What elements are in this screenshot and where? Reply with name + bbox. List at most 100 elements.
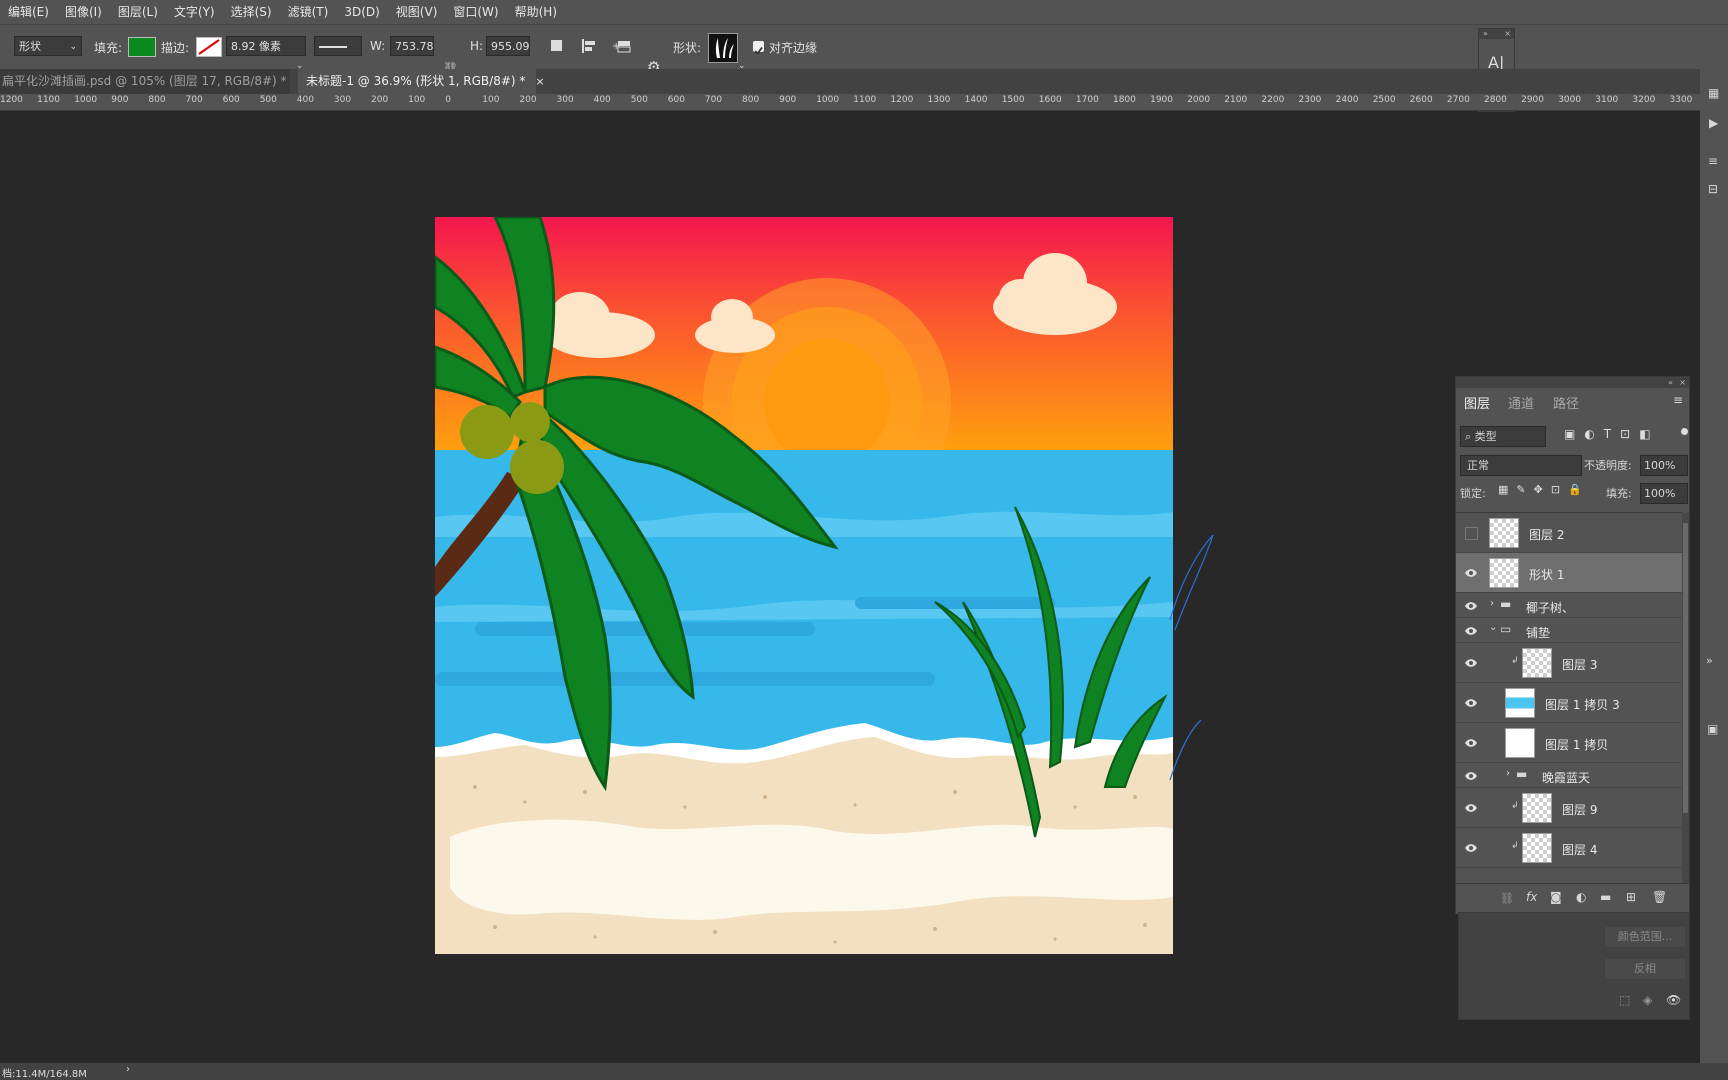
blend-mode-select[interactable]: 正常 bbox=[1460, 455, 1582, 476]
menu-window[interactable]: 窗口(W) bbox=[445, 0, 506, 24]
lock-icons[interactable]: ▦✎✥⊡🔒 bbox=[1498, 483, 1590, 496]
close-icon[interactable]: × bbox=[1679, 377, 1686, 388]
ruler-tick-label: 2100 bbox=[1224, 95, 1248, 105]
collapse-icon[interactable]: » bbox=[1483, 29, 1488, 38]
tab-document-2[interactable]: 未标题-1 @ 36.9% (形状 1, RGB/8#) * × bbox=[298, 69, 545, 94]
no-color-icon bbox=[198, 39, 220, 55]
invert-button[interactable]: 反相 bbox=[1605, 959, 1685, 979]
tab-channels[interactable]: 通道 bbox=[1508, 393, 1534, 412]
adjustments-icon[interactable]: ⊟ bbox=[1708, 182, 1718, 196]
tab-layers[interactable]: 图层 bbox=[1464, 393, 1490, 412]
close-icon[interactable]: × bbox=[1504, 29, 1511, 39]
path-operations-icon[interactable] bbox=[551, 40, 562, 51]
play-icon[interactable]: ▶ bbox=[1709, 116, 1718, 130]
layer-row[interactable]: ↲ 图层 4 bbox=[1456, 828, 1682, 868]
apply-mask-icon[interactable]: ◈ bbox=[1643, 993, 1652, 1007]
filter-icons[interactable]: ▣◐T⊡◧ bbox=[1564, 427, 1660, 441]
menu-filter[interactable]: 滤镜(T) bbox=[280, 0, 337, 24]
stroke-type-select[interactable] bbox=[314, 36, 362, 56]
eye-icon[interactable] bbox=[1464, 738, 1478, 748]
chevron-right-icon[interactable]: › bbox=[1506, 768, 1510, 779]
mask-icon[interactable]: ◙ bbox=[1550, 890, 1562, 904]
folder-open-icon: ▭ bbox=[1500, 622, 1512, 636]
stroke-color-swatch[interactable] bbox=[196, 37, 222, 57]
menu-view[interactable]: 视图(V) bbox=[388, 0, 446, 24]
link-layers-icon[interactable]: ⛓ bbox=[1500, 892, 1514, 905]
eye-icon[interactable] bbox=[1464, 843, 1478, 853]
opacity-label: 不透明度: bbox=[1584, 459, 1632, 472]
tool-mode-select[interactable]: 形状 ⌄ bbox=[14, 36, 82, 56]
fill-color-swatch[interactable] bbox=[128, 37, 156, 57]
eye-icon[interactable] bbox=[1464, 658, 1478, 668]
trash-icon[interactable]: 🗑 bbox=[1652, 890, 1667, 904]
layer-row[interactable]: 图层 2 bbox=[1456, 513, 1682, 553]
collapse-icon[interactable]: » bbox=[1706, 654, 1713, 667]
horizontal-ruler[interactable]: 1200 1100 1000 900 800 700 600 500 400 300 200 100 0… bbox=[0, 94, 1700, 111]
eye-icon[interactable] bbox=[1464, 568, 1478, 578]
menu-edit[interactable]: 编辑(E) bbox=[0, 0, 57, 24]
filter-kind-select[interactable]: ⌕ 类型 bbox=[1460, 426, 1546, 447]
path-alignment-icon[interactable] bbox=[580, 37, 598, 55]
width-field[interactable]: 753.78 bbox=[390, 36, 434, 56]
layer-name: 图层 1 拷贝 bbox=[1545, 738, 1609, 752]
layer-row[interactable]: 图层 1 拷贝 3 bbox=[1456, 683, 1682, 723]
svg-text:+: + bbox=[612, 41, 620, 52]
height-field[interactable]: 955.09 bbox=[486, 36, 530, 56]
eye-icon[interactable] bbox=[1464, 601, 1478, 611]
layer-name: 图层 9 bbox=[1562, 803, 1598, 817]
layer-row[interactable]: ↲ 图层 3 bbox=[1456, 643, 1682, 683]
stroke-width-field[interactable]: 8.92 像素 bbox=[226, 36, 306, 56]
menu-type[interactable]: 文字(Y) bbox=[166, 0, 223, 24]
fx-icon[interactable]: fx bbox=[1526, 890, 1537, 904]
tab-document-1[interactable]: 扁平化沙滩插画.psd @ 105% (图层 17, RGB/8#) *× bbox=[0, 69, 306, 94]
path-arrangement-icon[interactable]: + bbox=[612, 37, 632, 55]
menu-select[interactable]: 选择(S) bbox=[223, 0, 280, 24]
eye-icon[interactable] bbox=[1464, 626, 1478, 636]
layer-group-row[interactable]: › ▬ 晚霞蓝天 bbox=[1456, 763, 1682, 788]
checkmark-icon bbox=[754, 46, 763, 55]
fill-field[interactable]: 100% bbox=[1640, 483, 1688, 504]
chevron-right-icon[interactable]: › bbox=[126, 1064, 130, 1075]
adjustment-layer-icon[interactable]: ◐ bbox=[1576, 890, 1586, 904]
layers-scrollbar[interactable] bbox=[1682, 513, 1689, 883]
eye-icon[interactable] bbox=[1464, 771, 1478, 781]
filter-toggle-icon[interactable] bbox=[1681, 428, 1688, 435]
menu-3d[interactable]: 3D(D) bbox=[336, 0, 387, 24]
layer-row-selected[interactable]: 形状 1 bbox=[1456, 553, 1682, 593]
folder-icon[interactable]: ▬ bbox=[1600, 890, 1611, 904]
ruler-tick-label: 200 bbox=[371, 95, 389, 105]
history-icon[interactable]: ▦ bbox=[1708, 86, 1719, 100]
brush-settings-icon[interactable]: ≡ bbox=[1708, 154, 1718, 168]
ruler-tick-label: 1300 bbox=[927, 95, 951, 105]
layer-row[interactable]: 图层 1 拷贝 bbox=[1456, 723, 1682, 763]
align-edges-checkbox[interactable] bbox=[753, 41, 764, 55]
opacity-field[interactable]: 100% bbox=[1640, 455, 1688, 476]
panel-menu-icon[interactable]: ≡ bbox=[1673, 393, 1683, 407]
menu-image[interactable]: 图像(I) bbox=[57, 0, 110, 24]
scrollbar-thumb[interactable] bbox=[1683, 523, 1688, 813]
eye-icon[interactable] bbox=[1464, 698, 1478, 708]
menu-layer[interactable]: 图层(L) bbox=[110, 0, 166, 24]
menu-help[interactable]: 帮助(H) bbox=[507, 0, 565, 24]
wave-stripe bbox=[855, 597, 1055, 609]
layers-footer: ⛓ fx ◙ ◐ ▬ ⊞ 🗑 bbox=[1456, 883, 1689, 914]
eye-icon[interactable]: 👁 bbox=[1666, 993, 1681, 1007]
collapse-icon[interactable]: « bbox=[1668, 377, 1673, 388]
eye-icon[interactable] bbox=[1464, 803, 1478, 813]
blend-mode-value: 正常 bbox=[1467, 459, 1489, 472]
layer-group-row[interactable]: ⌄ ▭ 铺垫 bbox=[1456, 618, 1682, 643]
tab-paths[interactable]: 路径 bbox=[1553, 393, 1579, 412]
height-value: 955.09 bbox=[491, 40, 530, 53]
color-range-button[interactable]: 颜色范围... bbox=[1605, 927, 1685, 947]
layer-group-row[interactable]: › ▬ 椰子树、 bbox=[1456, 593, 1682, 618]
new-layer-icon[interactable]: ⊞ bbox=[1626, 890, 1636, 904]
canvas-artboard[interactable] bbox=[435, 217, 1173, 954]
properties-icon[interactable]: ▣ bbox=[1707, 722, 1718, 736]
chevron-down-icon[interactable]: ⌄ bbox=[1489, 622, 1497, 633]
layer-row[interactable]: ↲ 图层 9 bbox=[1456, 788, 1682, 828]
close-icon[interactable]: × bbox=[535, 75, 544, 88]
selection-icon[interactable]: ⬚ bbox=[1619, 993, 1630, 1007]
chevron-right-icon[interactable]: › bbox=[1490, 598, 1494, 609]
visibility-toggle-off[interactable] bbox=[1465, 527, 1478, 540]
custom-shape-picker[interactable] bbox=[708, 33, 738, 63]
